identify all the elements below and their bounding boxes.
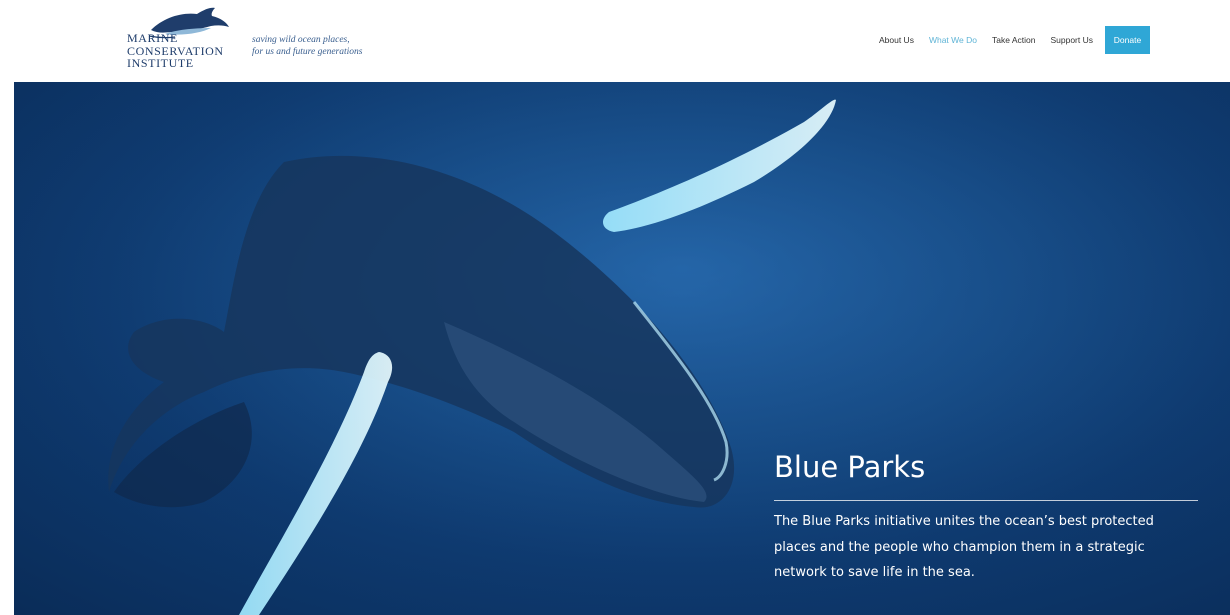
hero-divider	[774, 500, 1198, 501]
nav-take-action[interactable]: Take Action	[992, 35, 1035, 45]
nav-about-us[interactable]: About Us	[879, 35, 914, 45]
hero-description: The Blue Parks initiative unites the oce…	[774, 514, 1154, 580]
hero-title: Blue Parks	[774, 450, 926, 484]
site-logo[interactable]: Marine Conservation Institute	[127, 6, 237, 76]
tagline-line-1: saving wild ocean places,	[252, 35, 350, 45]
hero-banner: Blue Parks The Blue Parks initiative uni…	[14, 82, 1230, 615]
logo-wordmark: Marine Conservation Institute	[127, 32, 224, 70]
nav-what-we-do[interactable]: What We Do	[929, 35, 977, 45]
site-tagline: saving wild ocean places, for us and fut…	[252, 34, 362, 58]
main-nav: About Us What We Do Take Action Support …	[864, 26, 1150, 54]
site-header: Marine Conservation Institute saving wil…	[0, 0, 1230, 82]
logo-line-1: Marine	[127, 31, 178, 45]
donate-button[interactable]: Donate	[1105, 26, 1150, 54]
logo-line-3: Institute	[127, 56, 194, 70]
nav-support-us[interactable]: Support Us	[1050, 35, 1093, 45]
tagline-line-2: for us and future generations	[252, 47, 363, 57]
